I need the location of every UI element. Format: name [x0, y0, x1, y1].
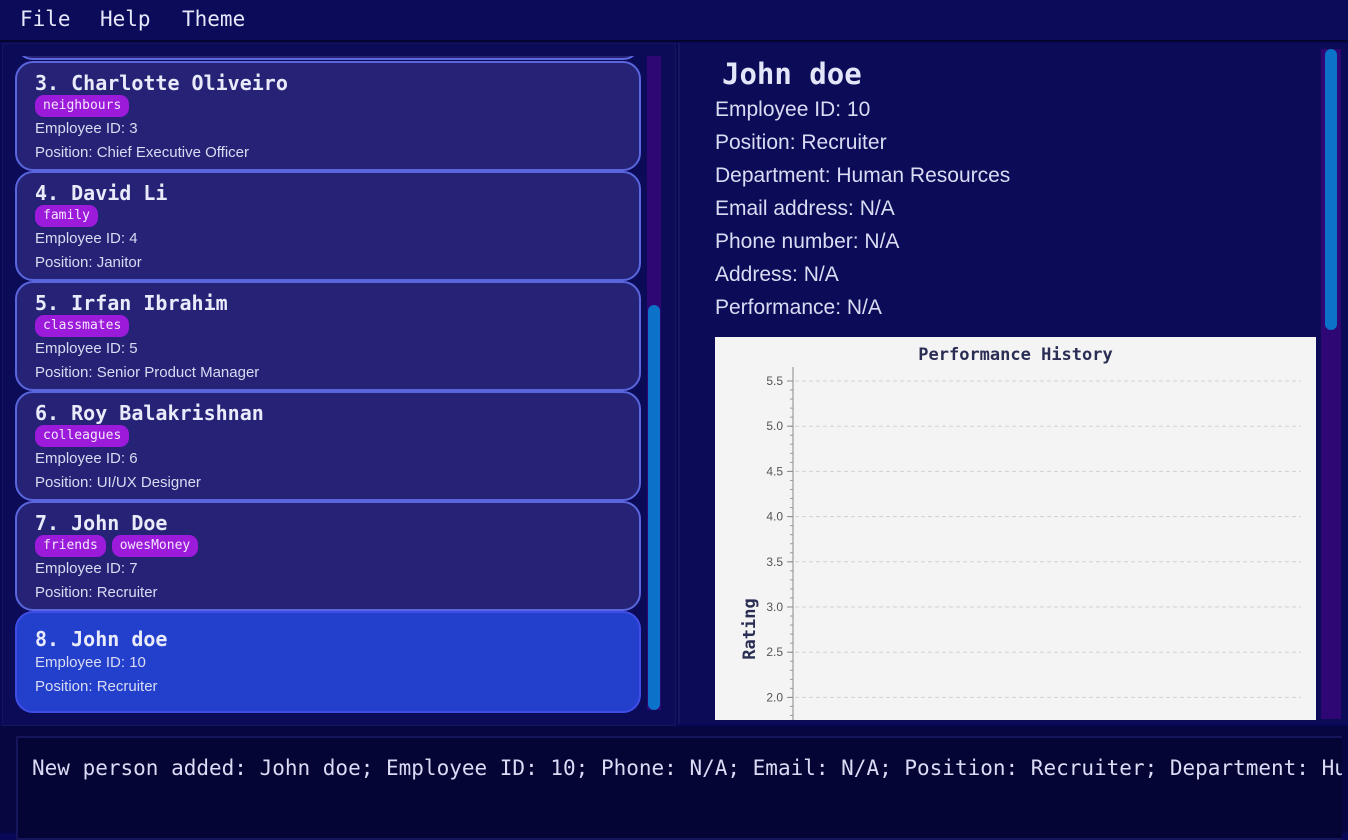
person-list-scrollbar[interactable] [647, 56, 661, 710]
person-name: 8. John doe [35, 627, 168, 651]
tag: colleagues [35, 425, 130, 447]
tag-list: classmates [35, 314, 135, 337]
chart-tick-label: 2.0 [766, 690, 783, 704]
person-name: 6. Roy Balakrishnan [35, 401, 264, 425]
tag-list: friends owesMoney [35, 534, 204, 557]
tag-list: colleagues [35, 424, 135, 447]
person-card-selected[interactable]: 8. John doe Employee ID: 10 Position: Re… [15, 611, 641, 713]
menu-theme[interactable]: Theme [182, 7, 245, 31]
position: Position: Recruiter [35, 584, 158, 601]
chart-tick-label: 5.0 [766, 419, 783, 433]
detail-employee-id: Employee ID: 10 [715, 98, 871, 121]
position: Position: Recruiter [35, 678, 158, 695]
employee-id: Employee ID: 4 [35, 230, 138, 247]
person-card[interactable]: 3. Charlotte Oliveiro neighbours Employe… [15, 61, 641, 171]
chart-tick-label: 2.5 [766, 645, 783, 659]
chart-plot: Rating 5.5 5.0 4.5 4.0 3.5 3.0 2.5 2.0 [740, 367, 1301, 720]
tag: classmates [35, 315, 130, 337]
chart-tick-label: 3.5 [766, 555, 783, 569]
position: Position: Janitor [35, 254, 142, 271]
person-name: 4. David Li [35, 181, 168, 205]
chart-ylabel: Rating [740, 598, 760, 659]
result-display-panel: New person added: John doe; Employee ID:… [0, 726, 1348, 840]
chart-tick-label: 4.5 [766, 464, 783, 478]
tag: family [35, 205, 98, 227]
person-card-partial[interactable] [15, 56, 641, 60]
person-list-panel: 3. Charlotte Oliveiro neighbours Employe… [2, 43, 676, 726]
detail-scrollbar[interactable] [1321, 49, 1341, 719]
person-name: 7. John Doe [35, 511, 168, 535]
detail-position: Position: Recruiter [715, 131, 887, 154]
employee-id: Employee ID: 3 [35, 120, 138, 137]
person-name: 5. Irfan Ibrahim [35, 291, 228, 315]
position: Position: Chief Executive Officer [35, 144, 249, 161]
detail-department: Department: Human Resources [715, 164, 1011, 187]
person-card[interactable]: 7. John Doe friends owesMoney Employee ID… [15, 501, 641, 611]
person-card[interactable]: 6. Roy Balakrishnan colleagues Employee … [15, 391, 641, 501]
performance-chart: Performance History Rating 5.5 5.0 4.5 4.0 3… [715, 337, 1316, 720]
employee-id: Employee ID: 5 [35, 340, 138, 357]
chart-tick-label: 4.0 [766, 510, 783, 524]
employee-id: Employee ID: 6 [35, 450, 138, 467]
tag: owesMoney [111, 535, 199, 557]
position: Position: Senior Product Manager [35, 364, 260, 381]
person-card[interactable]: 5. Irfan Ibrahim classmates Employee ID:… [15, 281, 641, 391]
detail-performance: Performance: N/A [715, 296, 882, 319]
person-card[interactable]: 4. David Li family Employee ID: 4 Positi… [15, 171, 641, 281]
detail-email: Email address: N/A [715, 197, 895, 220]
person-detail-panel: John doe Employee ID: 10 Position: Recru… [678, 43, 1348, 724]
detail-address: Address: N/A [715, 263, 839, 286]
result-display[interactable]: New person added: John doe; Employee ID:… [16, 736, 1342, 840]
person-name: 3. Charlotte Oliveiro [35, 71, 288, 95]
position: Position: UI/UX Designer [35, 474, 201, 491]
menu-help[interactable]: Help [100, 7, 151, 31]
tag: neighbours [35, 95, 130, 117]
person-list-scrollbar-thumb[interactable] [648, 305, 660, 710]
menu-bar: File Help Theme [0, 0, 1348, 42]
employee-id: Employee ID: 7 [35, 560, 138, 577]
tag: friends [35, 535, 106, 557]
chart-tick-label: 5.5 [766, 374, 783, 388]
employee-id: Employee ID: 10 [35, 654, 146, 671]
menu-file[interactable]: File [20, 7, 71, 31]
tag-list: family [35, 204, 104, 227]
chart-tick-label: 3.0 [766, 600, 783, 614]
tag-list: neighbours [35, 94, 135, 117]
detail-name: John doe [722, 57, 862, 91]
result-text: New person added: John doe; Employee ID:… [32, 756, 1342, 780]
person-list: 3. Charlotte Oliveiro neighbours Employe… [15, 56, 647, 716]
detail-phone: Phone number: N/A [715, 230, 900, 253]
detail-scrollbar-thumb[interactable] [1325, 49, 1337, 330]
